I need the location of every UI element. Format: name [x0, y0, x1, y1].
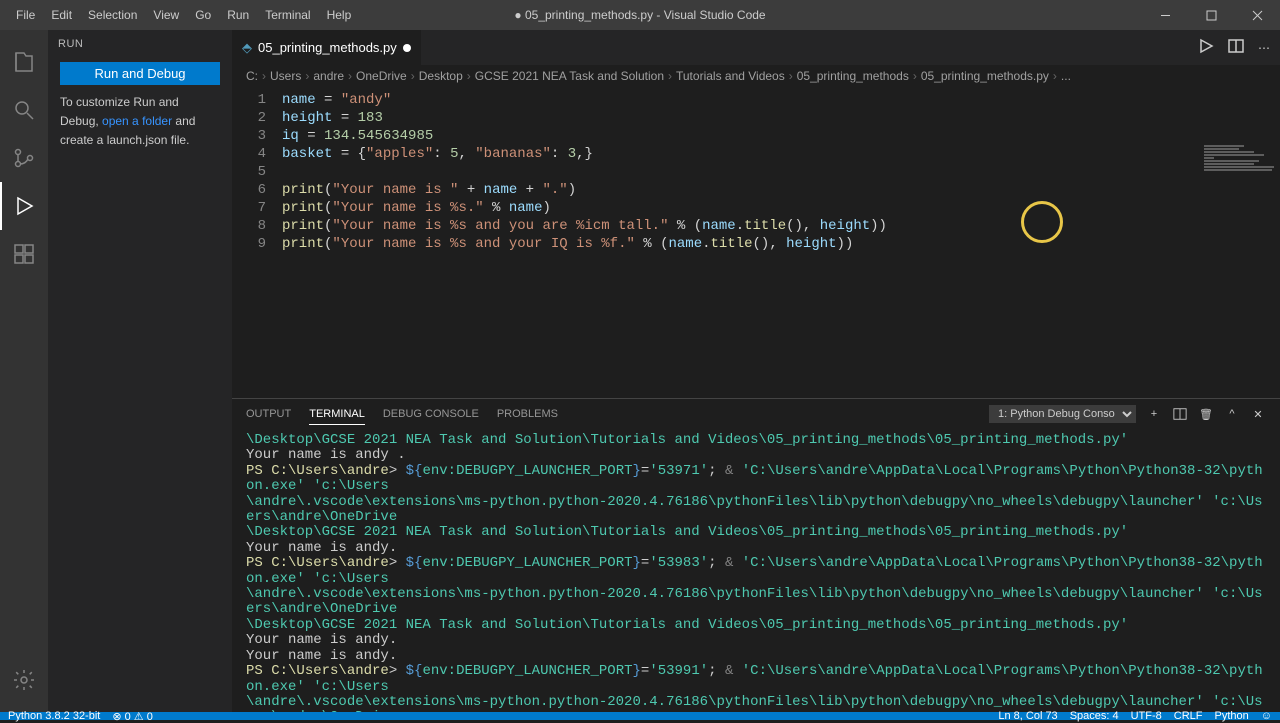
minimap[interactable] — [1200, 144, 1280, 294]
panel-tab-problems[interactable]: PROBLEMS — [497, 404, 558, 424]
menu-edit[interactable]: Edit — [43, 0, 80, 30]
breadcrumb-segment[interactable]: Users — [270, 69, 301, 83]
status-ln-col[interactable]: Ln 8, Col 73 — [998, 710, 1057, 722]
close-button[interactable] — [1234, 0, 1280, 30]
menu-terminal[interactable]: Terminal — [257, 0, 318, 30]
status-bar: Python 3.8.2 32-bit ⊗ 0 ⚠ 0 Ln 8, Col 73… — [0, 712, 1280, 720]
breadcrumb-segment[interactable]: C: — [246, 69, 258, 83]
split-terminal-icon[interactable] — [1172, 406, 1188, 422]
sidebar: RUN Run and Debug To customize Run and D… — [48, 30, 232, 712]
breadcrumb-segment[interactable]: andre — [313, 69, 344, 83]
breadcrumb[interactable]: C:›Users›andre›OneDrive›Desktop›GCSE 202… — [232, 65, 1280, 87]
status-feedback-icon[interactable]: ☺ — [1261, 710, 1272, 722]
status-spaces[interactable]: Spaces: 4 — [1070, 710, 1119, 722]
split-editor-icon[interactable] — [1228, 38, 1244, 57]
window-title: ● 05_printing_methods.py - Visual Studio… — [514, 8, 765, 22]
panel-tab-output[interactable]: OUTPUT — [246, 404, 291, 424]
modified-indicator-icon — [403, 44, 411, 52]
panel-tabs: OUTPUT TERMINAL DEBUG CONSOLE PROBLEMS 1: P… — [232, 399, 1280, 429]
python-file-icon: ⬘ — [242, 40, 252, 56]
menu-run[interactable]: Run — [219, 0, 257, 30]
run-file-icon[interactable] — [1198, 38, 1214, 57]
highlight-ring-icon — [1021, 201, 1063, 243]
menu-view[interactable]: View — [145, 0, 187, 30]
status-eol[interactable]: CRLF — [1174, 710, 1203, 722]
sidebar-help-text: To customize Run and Debug, open a folde… — [48, 93, 232, 151]
status-language[interactable]: Python — [1215, 710, 1249, 722]
search-icon[interactable] — [0, 86, 48, 134]
menu-bar: FileEditSelectionViewGoRunTerminalHelp — [0, 0, 359, 30]
extensions-icon[interactable] — [0, 230, 48, 278]
menu-selection[interactable]: Selection — [80, 0, 145, 30]
status-problems[interactable]: ⊗ 0 ⚠ 0 — [112, 710, 152, 723]
source-control-icon[interactable] — [0, 134, 48, 182]
sidebar-header: RUN — [48, 30, 232, 54]
run-debug-icon[interactable] — [0, 182, 48, 230]
terminal-output[interactable]: \Desktop\GCSE 2021 NEA Task and Solution… — [232, 429, 1280, 712]
code-editor[interactable]: 123456789 name = "andy"height = 183iq = … — [232, 87, 1280, 398]
breadcrumb-segment[interactable]: ... — [1061, 69, 1071, 83]
minimize-button[interactable] — [1142, 0, 1188, 30]
open-folder-link[interactable]: open a folder — [102, 114, 172, 128]
close-panel-icon[interactable]: ✕ — [1250, 406, 1266, 422]
menu-go[interactable]: Go — [187, 0, 219, 30]
explorer-icon[interactable] — [0, 38, 48, 86]
maximize-panel-icon[interactable]: ^ — [1224, 406, 1240, 422]
breadcrumb-segment[interactable]: GCSE 2021 NEA Task and Solution — [475, 69, 664, 83]
run-and-debug-button[interactable]: Run and Debug — [60, 62, 220, 85]
code-content[interactable]: name = "andy"height = 183iq = 134.545634… — [282, 87, 887, 398]
breadcrumb-segment[interactable]: Desktop — [419, 69, 463, 83]
status-encoding[interactable]: UTF-8 — [1131, 710, 1162, 722]
title-bar: FileEditSelectionViewGoRunTerminalHelp ●… — [0, 0, 1280, 30]
line-gutter: 123456789 — [232, 87, 282, 398]
breadcrumb-segment[interactable]: Tutorials and Videos — [676, 69, 785, 83]
more-actions-icon[interactable]: ⋯ — [1258, 41, 1270, 55]
kill-terminal-icon[interactable]: 🗑 — [1198, 406, 1214, 422]
editor-tab[interactable]: ⬘ 05_printing_methods.py — [232, 30, 421, 65]
editor-area: ⬘ 05_printing_methods.py ⋯ C:›Users›andr… — [232, 30, 1280, 712]
menu-file[interactable]: File — [8, 0, 43, 30]
breadcrumb-segment[interactable]: OneDrive — [356, 69, 407, 83]
status-python[interactable]: Python 3.8.2 32-bit — [8, 710, 100, 722]
menu-help[interactable]: Help — [319, 0, 360, 30]
panel-tab-debug-console[interactable]: DEBUG CONSOLE — [383, 404, 479, 424]
breadcrumb-segment[interactable]: 05_printing_methods — [797, 69, 909, 83]
panel-tab-terminal[interactable]: TERMINAL — [309, 404, 365, 425]
activity-bar — [0, 30, 48, 712]
terminal-selector[interactable]: 1: Python Debug Conso — [989, 405, 1136, 423]
panel: OUTPUT TERMINAL DEBUG CONSOLE PROBLEMS 1: P… — [232, 398, 1280, 712]
breadcrumb-segment[interactable]: 05_printing_methods.py — [921, 69, 1049, 83]
settings-gear-icon[interactable] — [0, 656, 48, 704]
maximize-button[interactable] — [1188, 0, 1234, 30]
tab-bar: ⬘ 05_printing_methods.py ⋯ — [232, 30, 1280, 65]
tab-filename: 05_printing_methods.py — [258, 40, 397, 55]
new-terminal-icon[interactable]: + — [1146, 406, 1162, 422]
